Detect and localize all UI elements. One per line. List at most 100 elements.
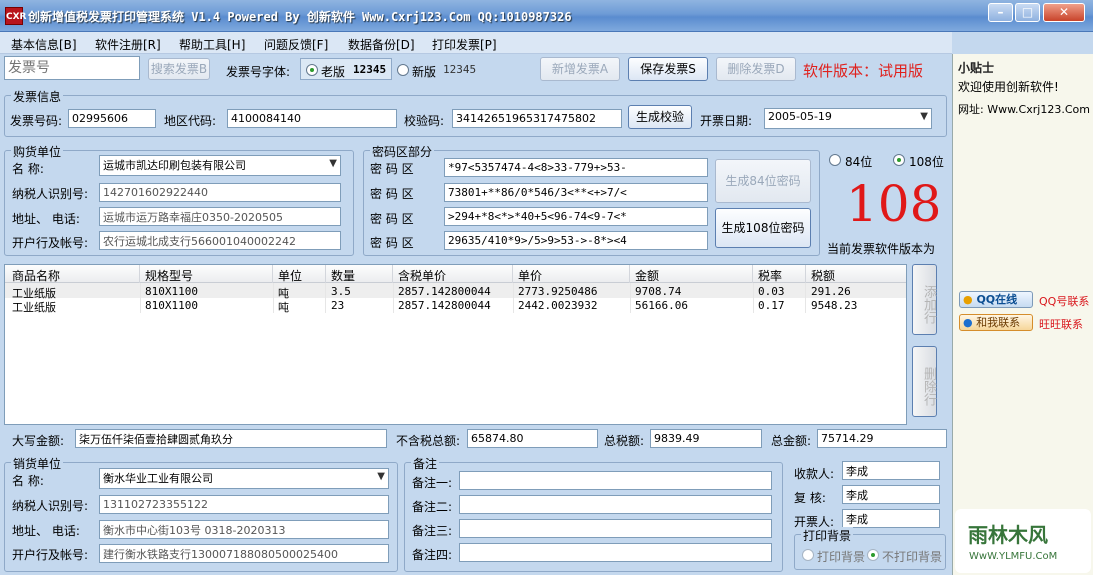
buyer-name-select[interactable]: 运城市凯达印刷包装有限公司 ▼: [99, 155, 341, 176]
invoice-number-label: 发票号码:: [10, 114, 63, 128]
note-3-label: 备注三:: [412, 524, 453, 538]
new-font-radio[interactable]: [397, 64, 409, 76]
note-3-field[interactable]: [459, 519, 772, 538]
invoice-search-input[interactable]: [4, 56, 140, 80]
note-4-label: 备注四:: [412, 548, 453, 562]
column-divider[interactable]: [272, 265, 273, 283]
column-divider[interactable]: [325, 265, 326, 283]
buyer-bank-field[interactable]: [99, 231, 341, 250]
column-divider[interactable]: [805, 265, 806, 283]
qq-contact-link[interactable]: QQ号联系: [1039, 293, 1089, 309]
grid-line: [140, 283, 141, 313]
app-icon: CXR: [5, 7, 26, 25]
wangwang-contact-link[interactable]: 旺旺联系: [1039, 316, 1083, 332]
seller-addr-label: 地址、 电话:: [12, 524, 80, 538]
table-cell: 810X1100: [145, 285, 198, 298]
generate-check-button[interactable]: 生成校验: [628, 105, 692, 129]
cipher-row-2[interactable]: [444, 183, 708, 202]
check-code-field[interactable]: [452, 109, 622, 128]
menu-register[interactable]: 软件注册[R]: [95, 36, 161, 53]
seller-tax-field[interactable]: [99, 495, 389, 514]
grand-total-field[interactable]: [817, 429, 947, 448]
generate-108-button[interactable]: 生成108位密码: [715, 208, 811, 248]
add-invoice-button[interactable]: 新增发票A: [540, 57, 620, 81]
new-font-label: 新版: [412, 65, 437, 79]
invoice-date-picker[interactable]: 2005-05-19 ▼: [764, 108, 932, 129]
menu-basic-info[interactable]: 基本信息[B]: [11, 36, 77, 53]
current-version-caption: 当前发票软件版本为: [827, 242, 936, 256]
qq-badge-label: QQ在线: [976, 293, 1018, 306]
pretax-total-field[interactable]: [467, 429, 598, 448]
reviewer-label: 复 核:: [794, 491, 826, 505]
cipher-row-1[interactable]: [444, 158, 708, 177]
font-label: 发票号字体:: [226, 65, 291, 79]
table-cell: 9708.74: [635, 285, 682, 298]
note-2-field[interactable]: [459, 495, 772, 514]
buyer-tax-field[interactable]: [99, 183, 341, 202]
grid-line: [630, 283, 631, 313]
grid-line: [513, 283, 514, 313]
delete-row-button[interactable]: 删除行: [912, 346, 937, 417]
column-divider[interactable]: [139, 265, 140, 283]
column-header: 含税单价: [398, 269, 447, 283]
chevron-down-icon: ▼: [329, 158, 337, 169]
cipher-row-4[interactable]: [444, 231, 708, 250]
table-cell: 2773.9250486: [518, 285, 598, 298]
note-4-field[interactable]: [459, 543, 772, 562]
seller-addr-field[interactable]: [99, 520, 389, 539]
note-1-field[interactable]: [459, 471, 772, 490]
grid-line: [325, 283, 326, 313]
seller-name-label: 名 称:: [12, 474, 44, 488]
print-bg-radio[interactable]: [802, 549, 814, 561]
watermark-url: WwW.YLMFU.CoM: [969, 551, 1058, 562]
region-code-field[interactable]: [227, 109, 397, 128]
wangwang-badge[interactable]: ● 和我联系: [959, 314, 1033, 331]
seller-name-select[interactable]: 衡水华业工业有限公司 ▼: [99, 468, 389, 489]
no-print-bg-radio[interactable]: [867, 549, 879, 561]
payee-field[interactable]: [842, 461, 940, 480]
maximize-button[interactable]: □: [1015, 3, 1040, 22]
reviewer-field[interactable]: [842, 485, 940, 504]
column-header: 规格型号: [145, 269, 194, 283]
column-divider[interactable]: [629, 265, 630, 283]
tax-total-field[interactable]: [650, 429, 762, 448]
buyer-addr-field[interactable]: [99, 207, 341, 226]
grid-line: [805, 283, 806, 313]
notes-title: 备注: [411, 455, 440, 472]
version-108-radio[interactable]: [893, 154, 905, 166]
generate-84-button[interactable]: 生成84位密码: [715, 159, 811, 203]
wangwang-icon: ●: [963, 316, 973, 329]
search-invoice-button[interactable]: 搜索发票B: [148, 58, 210, 80]
note-2-label: 备注二:: [412, 500, 453, 514]
table-cell: 2442.0023932: [518, 299, 598, 312]
menu-backup[interactable]: 数据备份[D]: [348, 36, 415, 53]
caps-amount-field[interactable]: [75, 429, 387, 448]
buyer-bank-label: 开户行及帐号:: [12, 236, 89, 250]
column-header: 税率: [758, 269, 783, 283]
menu-feedback[interactable]: 问题反馈[F]: [264, 36, 328, 53]
menu-help[interactable]: 帮助工具[H]: [179, 36, 245, 53]
items-table[interactable]: 商品名称 规格型号 单位 数量 含税单价 单价 金额 税率 税额 工业纸版 810X1100 吨 3.5…: [4, 264, 907, 425]
delete-invoice-button[interactable]: 删除发票D: [716, 57, 796, 81]
column-divider[interactable]: [752, 265, 753, 283]
add-row-button[interactable]: 添加行: [912, 264, 937, 335]
buyer-name-label: 名 称:: [12, 162, 44, 176]
save-invoice-button[interactable]: 保存发票S: [628, 57, 708, 81]
table-cell: 2857.142800044: [398, 285, 491, 298]
qq-online-badge[interactable]: ● QQ在线: [959, 291, 1033, 308]
column-divider[interactable]: [392, 265, 393, 283]
column-divider[interactable]: [512, 265, 513, 283]
minimize-button[interactable]: –: [988, 3, 1013, 22]
version-84-radio[interactable]: [829, 154, 841, 166]
menu-bar: 基本信息[B] 软件注册[R] 帮助工具[H] 问题反馈[F] 数据备份[D] …: [0, 32, 952, 54]
buyer-name-value: 运城市凯达印刷包装有限公司: [103, 159, 246, 172]
invoice-number-field[interactable]: [68, 109, 156, 128]
issuer-field[interactable]: [842, 509, 940, 528]
close-button[interactable]: ✕: [1043, 3, 1085, 22]
menu-print[interactable]: 打印发票[P]: [432, 36, 497, 53]
seller-bank-field[interactable]: [99, 544, 389, 563]
old-font-radio[interactable]: [306, 64, 318, 76]
title-bar[interactable]: CXR 创新增值税发票打印管理系统 V1.4 Powered By 创新软件 W…: [0, 0, 1093, 32]
cipher-row-3[interactable]: [444, 207, 708, 226]
grid-line: [273, 283, 274, 313]
